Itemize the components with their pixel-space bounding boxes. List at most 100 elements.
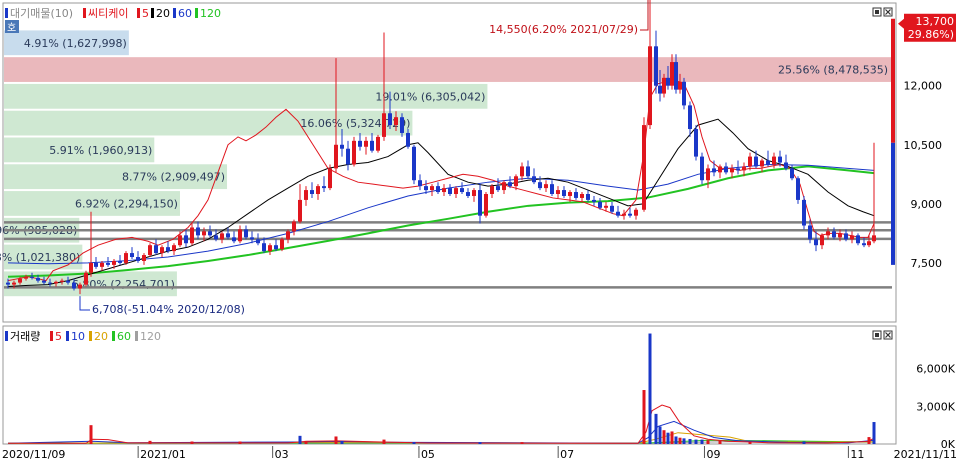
volume-bar	[412, 442, 416, 444]
date-tick-label: 2021/01	[140, 448, 186, 461]
candle-body	[24, 276, 28, 279]
volume-bar	[298, 435, 302, 444]
candle-body	[238, 229, 242, 242]
candle-body	[850, 235, 854, 240]
candle-body	[178, 235, 182, 246]
legend-ma60-marker	[173, 8, 176, 18]
candle-body	[490, 186, 494, 195]
candle-body	[688, 105, 692, 130]
volume-bar	[658, 426, 662, 444]
square-icon[interactable]	[872, 7, 882, 17]
volume-bar	[654, 413, 658, 444]
profile-label: 3.08% (1,021,380)	[0, 251, 80, 264]
volume-bar	[694, 439, 698, 444]
candle-body	[142, 255, 146, 261]
candle-body	[844, 233, 848, 240]
candle-body	[648, 46, 652, 126]
candle-body	[42, 280, 46, 283]
date-tick-label: 11	[850, 448, 864, 461]
vol-legend-ma10: 10	[71, 330, 85, 343]
candle-body	[472, 190, 476, 196]
vol-close-icon[interactable]	[883, 330, 893, 340]
candle-body	[736, 168, 740, 171]
volume-bar	[718, 440, 722, 444]
candle-body	[148, 245, 152, 256]
candle-body	[706, 168, 710, 181]
stock-chart: 4.91% (1,627,998) 25.56% (8,478,535) 19.01…	[0, 0, 959, 461]
candle-body	[610, 205, 614, 212]
candle-body	[670, 62, 674, 86]
candle-body	[526, 166, 530, 177]
volume-bar	[872, 422, 876, 444]
candle-body	[532, 176, 536, 183]
square-icon-inner[interactable]	[875, 10, 879, 14]
candle-body	[394, 117, 398, 126]
candle-body	[94, 262, 98, 267]
date-tick-label: 07	[560, 448, 574, 461]
candle-body	[124, 253, 128, 263]
date-tick-label: 2020/11/09	[2, 448, 65, 461]
price-tick-label: 9,000	[911, 198, 943, 211]
legend-ma120-marker	[195, 8, 198, 18]
candle-body	[172, 245, 176, 252]
profile-label: 16.06% (5,324,729)	[300, 117, 410, 130]
vol-legend-ma5: 5	[55, 330, 62, 343]
profile-label: 5.91% (1,960,913)	[49, 144, 152, 157]
candle-body	[622, 213, 626, 216]
last-price-change: ( 29.86%)	[900, 28, 954, 41]
low-annotation: 6,708(-51.04% 2020/12/08)	[92, 303, 245, 316]
candle-body	[352, 140, 356, 165]
hoga-badge[interactable]: 호	[5, 20, 19, 34]
candle-body	[12, 282, 16, 285]
profile-label: 8.77% (2,909,497)	[122, 171, 225, 184]
volume-tick-label: 3,000K	[916, 400, 955, 413]
last-price-value: 13,700	[916, 15, 955, 28]
candle-body	[568, 192, 572, 196]
legend-indicator-name: 대기매물(10)	[10, 7, 73, 20]
candle-body	[484, 194, 488, 216]
candle-body	[60, 280, 64, 282]
candle-body	[340, 144, 344, 149]
candle-body	[766, 160, 770, 165]
close-icon[interactable]	[883, 7, 893, 17]
candle-body	[184, 235, 188, 244]
candle-body	[724, 166, 728, 173]
profile-label: 6.92% (2,294,150)	[75, 197, 178, 210]
vol-legend-ma120-marker	[135, 331, 138, 341]
candle-body	[598, 201, 602, 208]
candle-body	[718, 166, 722, 173]
candle-body	[674, 62, 678, 90]
candle-body	[478, 190, 482, 216]
date-tick-label: 03	[275, 448, 289, 461]
candle-body	[862, 243, 866, 246]
candle-body	[268, 245, 272, 252]
candle-body	[376, 136, 380, 151]
candle-body	[562, 190, 566, 196]
candle-body	[642, 125, 646, 210]
volume-bar	[666, 432, 670, 444]
candle-body	[36, 277, 40, 281]
date-tick-label: 09	[706, 448, 720, 461]
price-y-axis: 7,500 9,000 10,500 12,000 13,700( 29.86%)	[891, 13, 956, 270]
candle-body	[106, 262, 110, 265]
candle-body	[814, 239, 818, 246]
candle-body	[742, 166, 746, 171]
hoga-badge-label[interactable]: 호	[7, 22, 16, 34]
volume-bar	[706, 440, 710, 444]
legend-ma20-marker	[151, 8, 154, 18]
vol-square-icon-inner[interactable]	[875, 333, 879, 337]
candle-body	[328, 168, 332, 189]
candle-body	[832, 231, 836, 238]
candle-body	[604, 205, 608, 208]
candle-body	[250, 237, 254, 240]
candle-body	[364, 140, 368, 147]
candle-body	[592, 199, 596, 202]
candle-body	[78, 284, 82, 289]
volume-bar	[642, 390, 646, 444]
date-tick-label: 2021/11/11	[894, 448, 957, 461]
vol-legend-ma20-marker	[89, 331, 92, 341]
candle-body	[778, 156, 782, 163]
vol-square-icon[interactable]	[872, 330, 882, 340]
candle-body	[346, 148, 350, 165]
vol-legend-ma10-marker	[66, 331, 69, 341]
